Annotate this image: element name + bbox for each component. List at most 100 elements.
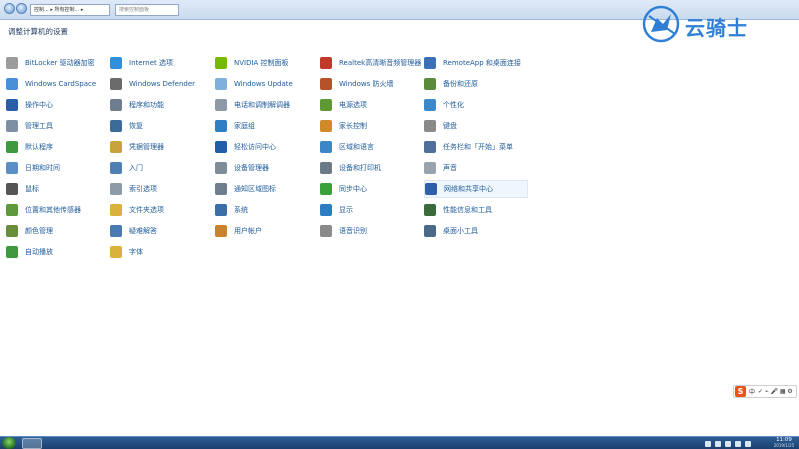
control-panel-item[interactable]: Windows 防火墙 [320,75,418,93]
default-programs-icon [6,141,18,153]
control-panel-item[interactable]: Windows Update [215,75,313,93]
ime-tools[interactable]: ✓ ⌁ 🎤 ▦ ⚙ [758,388,793,395]
control-panel-item[interactable]: 系统 [215,201,313,219]
search-input[interactable]: 搜索控制面板 [115,4,179,16]
control-panel-item[interactable]: 设备管理器 [215,159,313,177]
control-panel-item-label: 家庭组 [234,122,255,130]
control-panel-item[interactable]: RemoteApp 和桌面连接 [424,54,522,72]
logo: 云骑士 [641,4,781,44]
sound-icon [424,162,436,174]
control-panel-item[interactable]: Windows Defender [110,75,208,93]
control-panel-items: BitLocker 驱动器加密 Internet 选项 NVIDIA 控制面板 Rea… [6,54,536,264]
control-panel-item[interactable]: 桌面小工具 [424,222,522,240]
control-panel-item-label: Windows Defender [129,80,196,88]
control-panel-item[interactable]: 电源选项 [320,96,418,114]
tray-icon[interactable] [705,440,711,447]
system-tray [705,439,765,448]
control-panel-item[interactable]: 家庭组 [215,117,313,135]
control-panel-item[interactable]: 区域和语言 [320,138,418,156]
control-panel-item[interactable]: 默认程序 [6,138,104,156]
region-icon [320,141,332,153]
control-panel-item[interactable]: 显示 [320,201,418,219]
tray-icon[interactable] [715,440,721,447]
control-panel-item[interactable]: 个性化 [424,96,522,114]
homegroup-icon [215,120,227,132]
control-panel-item[interactable]: 语音识别 [320,222,418,240]
control-panel-item[interactable]: 鼠标 [6,180,104,198]
system-icon [215,204,227,216]
control-panel-item-label: 任务栏和「开始」菜单 [443,143,513,151]
control-panel-item[interactable]: 同步中心 [320,180,418,198]
control-panel-item[interactable]: 恢复 [110,117,208,135]
control-panel-item[interactable]: 自动播放 [6,243,104,261]
control-panel-item-label: Internet 选项 [129,59,174,67]
control-panel-item[interactable]: 用户帐户 [215,222,313,240]
control-panel-item-label: 疑难解答 [129,227,157,235]
control-panel-item[interactable]: 疑难解答 [110,222,208,240]
control-panel-item[interactable]: BitLocker 驱动器加密 [6,54,104,72]
control-panel-item[interactable]: 通知区域图标 [215,180,313,198]
control-panel-item[interactable]: 索引选项 [110,180,208,198]
control-panel-item-label: 文件夹选项 [129,206,164,214]
control-panel-item[interactable]: 性能信息和工具 [424,201,522,219]
control-panel-item[interactable]: 键盘 [424,117,522,135]
control-panel-item[interactable]: 电话和调制解调器 [215,96,313,114]
control-panel-item[interactable]: 字体 [110,243,208,261]
notification-icon [215,183,227,195]
tray-icon[interactable] [735,440,741,447]
color-icon [6,225,18,237]
control-panel-item-label: NVIDIA 控制面板 [234,59,289,67]
control-panel-item[interactable]: 位置和其他传感器 [6,201,104,219]
control-panel-item[interactable]: 轻松访问中心 [215,138,313,156]
control-panel-item-label: 设备和打印机 [339,164,381,172]
back-icon[interactable]: ‹ [4,3,15,14]
parental-icon [320,120,332,132]
control-panel-item-label: Windows 防火墙 [339,80,394,88]
control-panel-item-label: 同步中心 [339,185,367,193]
control-panel-item[interactable]: 日期和时间 [6,159,104,177]
start-button[interactable] [2,437,16,449]
control-panel-item-label: 语音识别 [339,227,367,235]
tray-icon[interactable] [725,440,731,447]
sogou-icon[interactable]: S [735,386,746,397]
font-icon [110,246,122,258]
tray-icon[interactable] [745,440,751,447]
taskbar-control-panel[interactable] [22,438,42,449]
control-panel-item[interactable]: 程序和功能 [110,96,208,114]
control-panel-item[interactable]: 设备和打印机 [320,159,418,177]
control-panel-item[interactable]: 操作中心 [6,96,104,114]
control-panel-item-label: BitLocker 驱动器加密 [25,59,95,67]
getting-started-icon [110,162,122,174]
control-panel-item[interactable]: 颜色管理 [6,222,104,240]
gadgets-icon [424,225,436,237]
control-panel-item[interactable]: Windows CardSpace [6,75,104,93]
ime-toolbar[interactable]: S 中 ✓ ⌁ 🎤 ▦ ⚙ [733,385,797,398]
control-panel-item[interactable]: NVIDIA 控制面板 [215,54,313,72]
control-panel-item[interactable]: 管理工具 [6,117,104,135]
control-panel-item[interactable]: 凭据管理器 [110,138,208,156]
taskbar-icon [424,141,436,153]
control-panel-item[interactable]: 网络和共享中心 [424,180,528,198]
control-panel-item-label: 设备管理器 [234,164,269,172]
control-panel-item[interactable]: Internet 选项 [110,54,208,72]
control-panel-item[interactable]: Realtek高清晰音频管理器 [320,54,421,72]
control-panel-item[interactable]: 家长控制 [320,117,418,135]
logo-text: 云骑士 [685,16,748,40]
control-panel-item-label: 区域和语言 [339,143,374,151]
ime-mode[interactable]: 中 [749,387,755,396]
control-panel-item[interactable]: 入门 [110,159,208,177]
microphone-icon [320,225,332,237]
control-panel-item[interactable]: 声音 [424,159,522,177]
control-panel-item[interactable]: 任务栏和「开始」菜单 [424,138,522,156]
control-panel-item-label: 颜色管理 [25,227,53,235]
performance-icon [424,204,436,216]
forward-icon[interactable]: › [16,3,27,14]
control-panel-item[interactable]: 文件夹选项 [110,201,208,219]
mouse-icon [6,183,18,195]
clock[interactable]: 11:09 2019/1/25 [770,437,798,449]
address-bar[interactable]: 控制... ▸ 所有控制... ▸ [30,4,110,16]
control-panel-item[interactable]: 备份和还原 [424,75,522,93]
remote-desktop-icon [424,57,436,69]
control-panel-item-label: 字体 [129,248,143,256]
keyboard-icon [424,120,436,132]
